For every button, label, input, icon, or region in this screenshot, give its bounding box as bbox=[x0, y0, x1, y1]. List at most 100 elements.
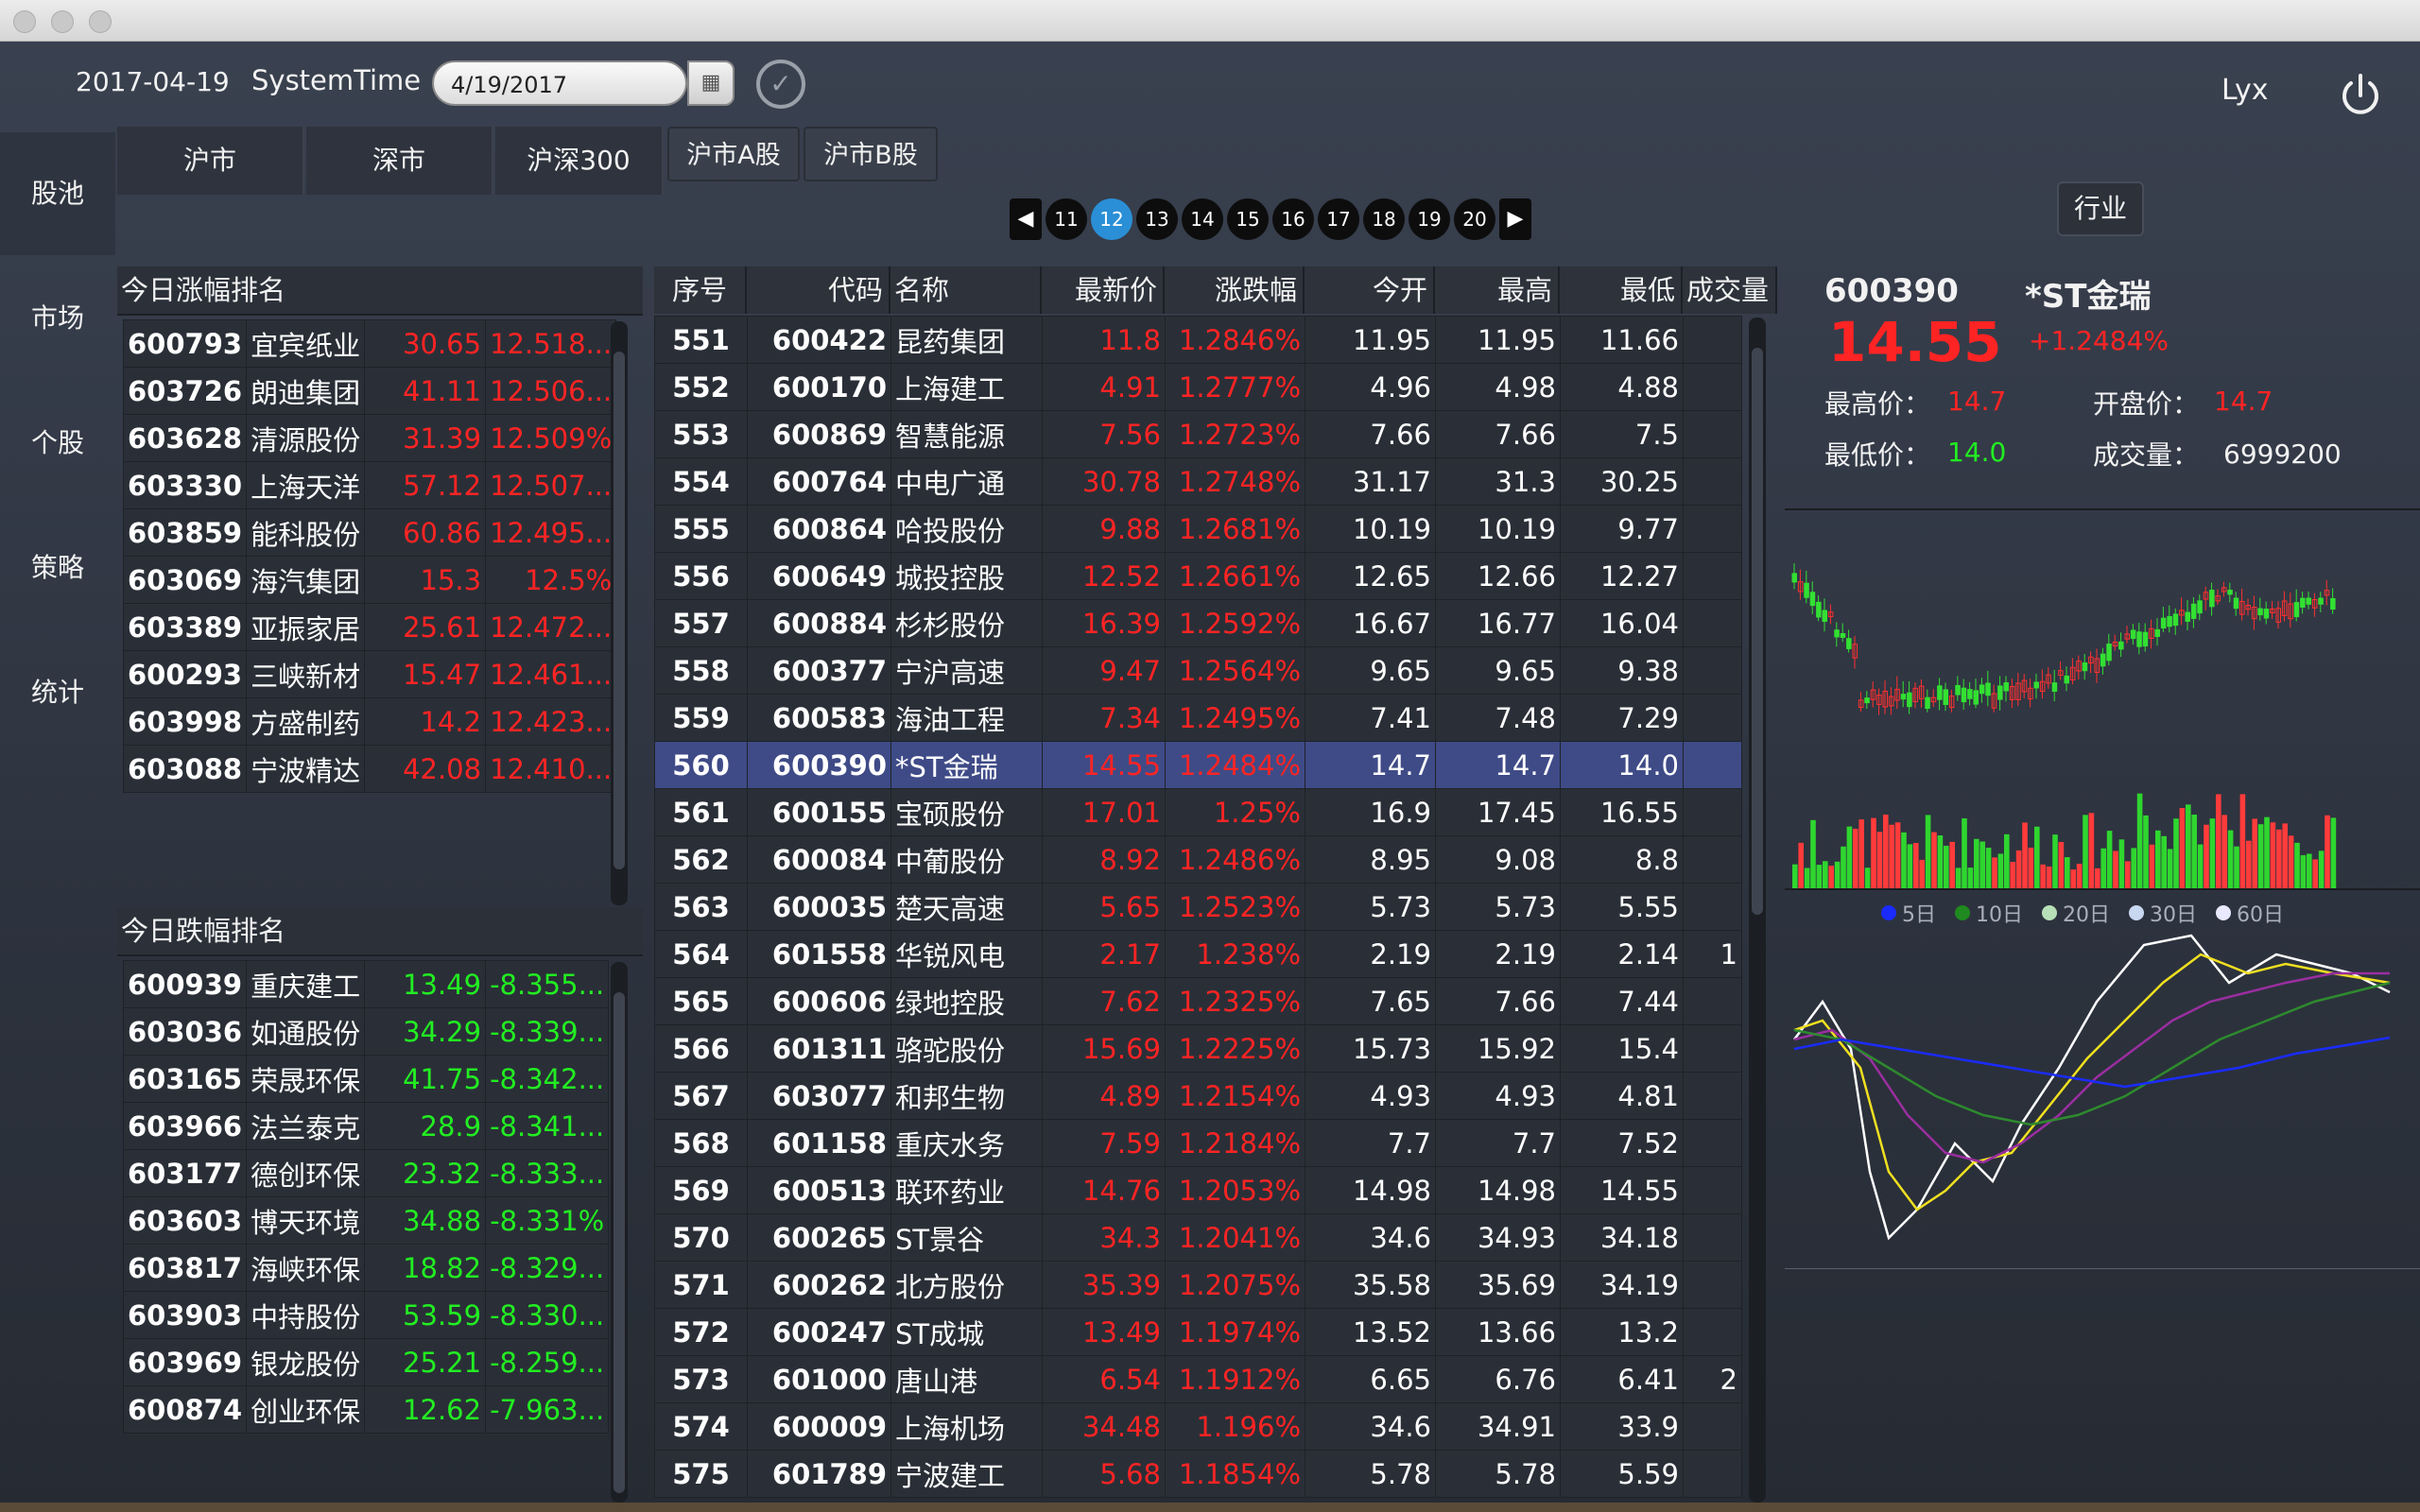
col-low[interactable]: 最低 bbox=[1560, 266, 1683, 314]
table-row[interactable]: 603165 荣晟环保 41.75 -8.342... bbox=[122, 1055, 610, 1103]
tab-hs300[interactable]: 沪深300 bbox=[495, 127, 664, 195]
minimize-window-button[interactable] bbox=[51, 10, 74, 33]
table-row[interactable]: 600874 创业环保 12.62 -7.963... bbox=[122, 1385, 610, 1434]
row-seq: 561 bbox=[654, 788, 748, 836]
main-scrollbar[interactable] bbox=[1749, 318, 1766, 1503]
power-icon[interactable] bbox=[2335, 70, 2386, 121]
table-row[interactable]: 603726 朗迪集团 41.11 12.506... bbox=[122, 367, 617, 415]
tab-shanghai[interactable]: 沪市 bbox=[117, 127, 304, 195]
table-row[interactable]: 562 600084 中葡股份 8.92 1.2486% 8.95 9.08 8.8 bbox=[654, 835, 1742, 884]
table-row[interactable]: 574 600009 上海机场 34.48 1.196% 34.6 34.91 33.9 bbox=[654, 1402, 1742, 1451]
table-row[interactable]: 603859 能科股份 60.86 12.495... bbox=[122, 508, 617, 557]
table-row[interactable]: 569 600513 联环药业 14.76 1.2053% 14.98 14.98 14.55 bbox=[654, 1166, 1742, 1214]
table-row[interactable]: 570 600265 ST景谷 34.3 1.2041% 34.6 34.93 34.18 bbox=[654, 1213, 1742, 1262]
page-19[interactable]: 19 bbox=[1409, 198, 1450, 240]
table-row[interactable]: 603330 上海天洋 57.12 12.507... bbox=[122, 461, 617, 509]
table-row[interactable]: 600293 三峡新材 15.47 12.461... bbox=[122, 650, 617, 698]
table-row[interactable]: 558 600377 宁沪高速 9.47 1.2564% 9.65 9.65 9.38 bbox=[654, 646, 1742, 695]
table-row[interactable]: 554 600764 中电广通 30.78 1.2748% 31.17 31.3 30.25 bbox=[654, 457, 1742, 506]
table-row[interactable]: 603389 亚振家居 25.61 12.472... bbox=[122, 603, 617, 651]
table-row[interactable]: 564 601558 华锐风电 2.17 1.238% 2.19 2.19 2.14 1 bbox=[654, 930, 1742, 978]
col-code[interactable]: 代码 bbox=[747, 266, 890, 314]
row-change-pct: 1.2723% bbox=[1165, 410, 1305, 458]
gainers-scrollbar[interactable] bbox=[611, 321, 628, 905]
table-row[interactable]: 575 601789 宁波建工 5.68 1.1854% 5.78 5.78 5.59 bbox=[654, 1450, 1742, 1498]
page-18[interactable]: 18 bbox=[1363, 198, 1405, 240]
table-row[interactable]: 571 600262 北方股份 35.39 1.2075% 35.58 35.69 34.19 bbox=[654, 1261, 1742, 1309]
table-row[interactable]: 573 601000 唐山港 6.54 1.1912% 6.65 6.76 6.41 2 bbox=[654, 1355, 1742, 1403]
table-row[interactable]: 560 600390 *ST金瑞 14.55 1.2484% 14.7 14.7 14.0 bbox=[654, 741, 1742, 789]
table-row[interactable]: 551 600422 昆药集团 11.8 1.2846% 11.95 11.95 11.66 bbox=[654, 316, 1742, 364]
page-15[interactable]: 15 bbox=[1227, 198, 1269, 240]
tab-shenzhen[interactable]: 深市 bbox=[306, 127, 493, 195]
stock-change-pct: 12.410... bbox=[485, 745, 617, 793]
col-last[interactable]: 最新价 bbox=[1042, 266, 1165, 314]
row-last-price: 34.48 bbox=[1042, 1402, 1166, 1451]
table-row[interactable]: 600793 宜宾纸业 30.65 12.518... bbox=[122, 319, 617, 368]
col-open[interactable]: 今开 bbox=[1305, 266, 1435, 314]
table-row[interactable]: 561 600155 宝硕股份 17.01 1.25% 16.9 17.45 16.55 bbox=[654, 788, 1742, 836]
table-row[interactable]: 566 601311 骆驼股份 15.69 1.2225% 15.73 15.92 15.4 bbox=[654, 1024, 1742, 1073]
table-row[interactable]: 557 600884 杉杉股份 16.39 1.2592% 16.67 16.77 16.04 bbox=[654, 599, 1742, 647]
losers-scrollbar[interactable] bbox=[611, 962, 628, 1503]
table-row[interactable]: 572 600247 ST成城 13.49 1.1974% 13.52 13.66 13.2 bbox=[654, 1308, 1742, 1356]
table-row[interactable]: 603969 银龙股份 25.21 -8.259... bbox=[122, 1338, 610, 1386]
next-page-button[interactable]: ▶ bbox=[1499, 198, 1531, 240]
row-high: 35.69 bbox=[1435, 1261, 1561, 1309]
row-low: 16.55 bbox=[1560, 788, 1684, 836]
table-row[interactable]: 603177 德创环保 23.32 -8.333... bbox=[122, 1149, 610, 1197]
table-row[interactable]: 559 600583 海油工程 7.34 1.2495% 7.41 7.48 7.29 bbox=[654, 694, 1742, 742]
page-14[interactable]: 14 bbox=[1182, 198, 1223, 240]
close-window-button[interactable] bbox=[13, 10, 36, 33]
tab-sh-b-shares[interactable]: 沪市B股 bbox=[804, 127, 938, 181]
nav-item-market[interactable]: 市场 bbox=[0, 257, 115, 380]
volume-bar bbox=[1962, 817, 1967, 888]
col-name[interactable]: 名称 bbox=[890, 266, 1042, 314]
row-high: 13.66 bbox=[1435, 1308, 1561, 1356]
row-code: 601311 bbox=[747, 1024, 891, 1073]
row-high: 14.7 bbox=[1435, 741, 1561, 789]
table-row[interactable]: 555 600864 哈投股份 9.88 1.2681% 10.19 10.19 9.77 bbox=[654, 505, 1742, 553]
tab-sh-a-shares[interactable]: 沪市A股 bbox=[667, 127, 800, 181]
calendar-icon[interactable]: ▦ bbox=[687, 60, 735, 106]
page-12[interactable]: 12 bbox=[1091, 198, 1132, 240]
table-row[interactable]: 603069 海汽集团 15.3 12.5% bbox=[122, 556, 617, 604]
page-16[interactable]: 16 bbox=[1272, 198, 1314, 240]
row-name: 宁沪高速 bbox=[890, 646, 1043, 695]
industry-button[interactable]: 行业 bbox=[2057, 181, 2144, 236]
table-row[interactable]: 553 600869 智慧能源 7.56 1.2723% 7.66 7.66 7.5 bbox=[654, 410, 1742, 458]
date-field[interactable]: 4/19/2017 bbox=[432, 60, 687, 106]
nav-item-stats[interactable]: 统计 bbox=[0, 631, 115, 754]
table-row[interactable]: 603998 方盛制药 14.2 12.423... bbox=[122, 697, 617, 746]
table-row[interactable]: 603036 如通股份 34.29 -8.339... bbox=[122, 1007, 610, 1056]
stock-code: 603389 bbox=[122, 603, 248, 651]
nav-item-stock[interactable]: 个股 bbox=[0, 382, 115, 505]
table-row[interactable]: 600939 重庆建工 13.49 -8.355... bbox=[122, 960, 610, 1008]
page-11[interactable]: 11 bbox=[1046, 198, 1087, 240]
table-row[interactable]: 568 601158 重庆水务 7.59 1.2184% 7.7 7.7 7.52 bbox=[654, 1119, 1742, 1167]
nav-item-strategy[interactable]: 策略 bbox=[0, 507, 115, 629]
table-row[interactable]: 556 600649 城投控股 12.52 1.2661% 12.65 12.66 12.27 bbox=[654, 552, 1742, 600]
table-row[interactable]: 552 600170 上海建工 4.91 1.2777% 4.96 4.98 4.88 bbox=[654, 363, 1742, 411]
table-row[interactable]: 603817 海峡环保 18.82 -8.329... bbox=[122, 1244, 610, 1292]
table-row[interactable]: 567 603077 和邦生物 4.89 1.2154% 4.93 4.93 4.81 bbox=[654, 1072, 1742, 1120]
col-seq[interactable]: 序号 bbox=[654, 266, 747, 314]
col-volume[interactable]: 成交量 bbox=[1683, 266, 1777, 314]
table-row[interactable]: 603966 法兰泰克 28.9 -8.341... bbox=[122, 1102, 610, 1150]
page-20[interactable]: 20 bbox=[1454, 198, 1495, 240]
table-row[interactable]: 603088 宁波精达 42.08 12.410... bbox=[122, 745, 617, 793]
col-change[interactable]: 涨跌幅 bbox=[1165, 266, 1305, 314]
prev-page-button[interactable]: ◀ bbox=[1010, 198, 1042, 240]
page-13[interactable]: 13 bbox=[1136, 198, 1178, 240]
table-row[interactable]: 565 600606 绿地控股 7.62 1.2325% 7.65 7.66 7.44 bbox=[654, 977, 1742, 1025]
table-row[interactable]: 563 600035 楚天高速 5.65 1.2523% 5.73 5.73 5.55 bbox=[654, 883, 1742, 931]
table-row[interactable]: 603903 中持股份 53.59 -8.330... bbox=[122, 1291, 610, 1339]
col-high[interactable]: 最高 bbox=[1435, 266, 1560, 314]
page-17[interactable]: 17 bbox=[1318, 198, 1359, 240]
row-last-price: 5.65 bbox=[1042, 883, 1166, 931]
confirm-check-icon[interactable]: ✓ bbox=[756, 60, 805, 109]
table-row[interactable]: 603628 清源股份 31.39 12.509% bbox=[122, 414, 617, 462]
table-row[interactable]: 603603 博天环境 34.88 -8.331% bbox=[122, 1196, 610, 1245]
nav-item-pool[interactable]: 股池 bbox=[0, 132, 115, 255]
zoom-window-button[interactable] bbox=[89, 10, 112, 33]
